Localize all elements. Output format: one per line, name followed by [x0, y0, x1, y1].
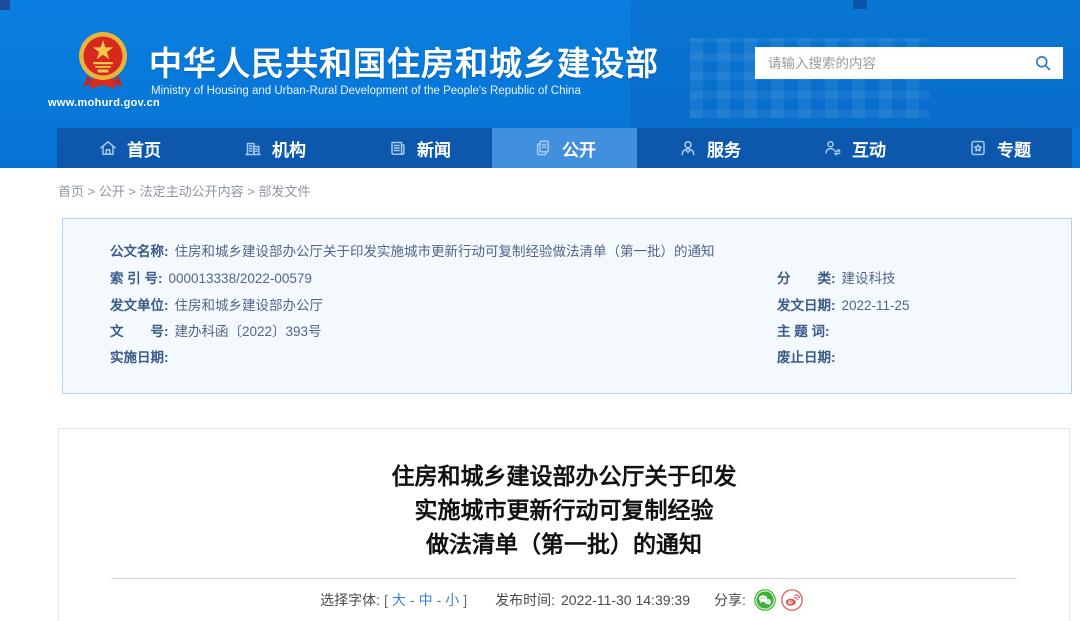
article-title: 住房和城乡建设部办公厅关于印发 实施城市更新行动可复制经验 做法清单（第一批）的… — [59, 459, 1069, 561]
meta-label: 发文日期: — [777, 298, 836, 313]
font-selector-bracket: ] — [463, 592, 467, 608]
breadcrumb[interactable]: 首页 > 公开 > 法定主动公开内容 > 部发文件 — [58, 181, 310, 200]
nav-item-home[interactable]: 首页 — [57, 128, 202, 168]
article-title-line: 实施城市更新行动可复制经验 — [59, 493, 1069, 527]
meta-label: 废止日期: — [777, 350, 836, 365]
meta-row-document-name: 公文名称: 住房和城乡建设部办公厅关于印发实施城市更新行动可复制经验做法清单（第一… — [110, 240, 715, 260]
title-divider — [111, 578, 1017, 579]
font-size-large-button[interactable]: 大 — [392, 590, 406, 610]
topics-icon — [968, 138, 988, 158]
meta-value: 住房和城乡建设部办公厅 — [175, 298, 324, 313]
header-photo-artifact — [853, 0, 867, 9]
font-size-medium-button[interactable]: 中 — [419, 590, 433, 610]
nav-item-interaction[interactable]: 互动 — [782, 128, 927, 168]
page: www.mohurd.gov.cn 中华人民共和国住房和城乡建设部 Minist… — [0, 0, 1080, 621]
search-icon[interactable] — [1034, 54, 1053, 73]
nav-item-organization[interactable]: 机构 — [202, 128, 347, 168]
font-selector-separator: - — [410, 592, 415, 608]
organization-icon — [243, 138, 263, 158]
meta-row-implementation-date: 实施日期: — [110, 346, 175, 366]
meta-value: 建设科技 — [842, 271, 896, 286]
document-metadata-box: 公文名称: 住房和城乡建设部办公厅关于印发实施城市更新行动可复制经验做法清单（第一… — [62, 218, 1072, 394]
font-selector-label: 选择字体: — [320, 590, 380, 610]
meta-label: 实施日期: — [110, 350, 169, 365]
nav-label: 专题 — [997, 136, 1031, 161]
meta-label: 索 引 号: — [110, 271, 163, 286]
nav-item-news[interactable]: 新闻 — [347, 128, 492, 168]
site-title: 中华人民共和国住房和城乡建设部 — [149, 37, 659, 85]
search-box — [755, 47, 1063, 79]
disclosure-icon — [533, 138, 553, 158]
news-icon — [388, 138, 408, 158]
font-selector-separator: - — [437, 592, 442, 608]
article-title-line: 做法清单（第一批）的通知 — [59, 527, 1069, 561]
wechat-share-icon[interactable] — [754, 589, 776, 611]
nav-label: 机构 — [272, 136, 306, 161]
nav-label: 首页 — [127, 136, 161, 161]
meta-row-document-number: 文 号: 建办科函〔2022〕393号 — [110, 320, 322, 340]
publish-time-label: 发布时间: — [495, 590, 555, 610]
meta-row-repeal-date: 废止日期: — [777, 346, 842, 366]
meta-label: 公文名称: — [110, 244, 169, 259]
article-box: 住房和城乡建设部办公厅关于印发 实施城市更新行动可复制经验 做法清单（第一批）的… — [58, 428, 1070, 621]
meta-row-index-number: 索 引 号: 000013338/2022-00579 — [110, 267, 312, 287]
font-selector-bracket: [ — [384, 592, 388, 608]
services-icon — [678, 138, 698, 158]
national-emblem-icon — [78, 31, 128, 93]
nav-item-services[interactable]: 服务 — [637, 128, 782, 168]
meta-label: 主 题 词: — [777, 324, 830, 339]
share-label: 分享: — [714, 590, 746, 610]
meta-label: 分 类: — [777, 271, 836, 286]
meta-row-issue-date: 发文日期: 2022-11-25 — [777, 294, 910, 314]
article-title-line: 住房和城乡建设部办公厅关于印发 — [59, 459, 1069, 493]
search-input[interactable] — [768, 56, 1034, 71]
header-photo-artifact — [0, 0, 10, 10]
meta-value: 建办科函〔2022〕393号 — [175, 324, 322, 339]
article-info-row: 选择字体: [ 大 - 中 - 小 ] 发布时间: 2022-11-30 14:… — [59, 589, 1069, 611]
meta-value: 2022-11-25 — [842, 298, 910, 313]
nav-item-disclosure[interactable]: 公开 — [492, 128, 637, 168]
meta-value: 000013338/2022-00579 — [169, 271, 312, 286]
meta-label: 发文单位: — [110, 298, 169, 313]
nav-item-topics[interactable]: 专题 — [927, 128, 1072, 168]
meta-row-subject-words: 主 题 词: — [777, 320, 836, 340]
meta-row-category: 分 类: 建设科技 — [777, 267, 896, 287]
main-nav: 首页 机构 新闻 公开 服务 — [57, 128, 1072, 168]
site-subtitle: Ministry of Housing and Urban-Rural Deve… — [151, 85, 581, 97]
weibo-share-icon[interactable] — [781, 589, 803, 611]
font-size-small-button[interactable]: 小 — [445, 590, 459, 610]
nav-label: 新闻 — [417, 136, 451, 161]
nav-label: 互动 — [852, 136, 886, 161]
site-url: www.mohurd.gov.cn — [48, 97, 160, 109]
meta-row-issuing-unit: 发文单位: 住房和城乡建设部办公厅 — [110, 294, 323, 314]
interaction-icon — [823, 138, 843, 158]
nav-label: 公开 — [562, 136, 596, 161]
publish-time-value: 2022-11-30 14:39:39 — [561, 592, 690, 608]
home-icon — [98, 138, 118, 158]
nav-label: 服务 — [707, 136, 741, 161]
meta-label: 文 号: — [110, 324, 169, 339]
meta-value: 住房和城乡建设部办公厅关于印发实施城市更新行动可复制经验做法清单（第一批）的通知 — [175, 244, 715, 259]
